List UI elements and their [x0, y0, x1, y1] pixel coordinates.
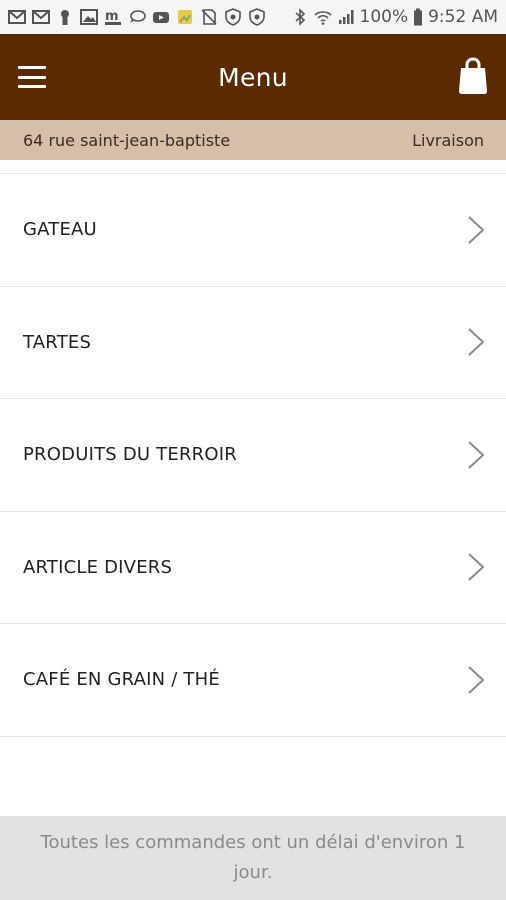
category-item-cafe-en-grain-the[interactable]: CAFÉ EN GRAIN / THÉ: [0, 624, 506, 737]
keyhole-icon: [56, 8, 74, 26]
shopping-bag-icon: [459, 57, 487, 94]
chevron-right-icon: [468, 666, 485, 694]
svg-text:m: m: [105, 9, 119, 24]
system-status: 100% 9:52 AM: [291, 7, 498, 27]
gallery-icon: [176, 8, 194, 26]
order-mode[interactable]: Livraison: [412, 131, 484, 150]
chevron-right-icon: [468, 216, 485, 244]
delivery-address[interactable]: 64 rue saint-jean-baptiste: [23, 131, 230, 150]
category-label: ARTICLE DIVERS: [23, 556, 173, 578]
no-sim-icon: [200, 8, 218, 26]
battery-percent: 100%: [359, 7, 409, 27]
hamburger-menu-button[interactable]: [16, 62, 48, 92]
gmail-icon: [32, 8, 50, 26]
category-item-gateau[interactable]: GATEAU: [0, 174, 506, 287]
gmail-icon: [8, 8, 26, 26]
footer-banner: Toutes les commandes ont un délai d'envi…: [0, 816, 506, 900]
image-icon: [80, 8, 98, 26]
signal-icon: [337, 8, 355, 26]
page-title: Menu: [218, 62, 288, 92]
shield-icon: [224, 8, 242, 26]
wifi-icon: [313, 8, 332, 26]
hamburger-icon: [18, 66, 46, 69]
delivery-delay-note: Toutes les commandes ont un délai d'envi…: [40, 832, 466, 883]
category-label: GATEAU: [23, 219, 97, 241]
address-bar[interactable]: 64 rue saint-jean-baptiste Livraison: [0, 120, 506, 160]
category-label: TARTES: [23, 331, 92, 353]
battery-icon: [413, 8, 423, 26]
chevron-right-icon: [468, 553, 485, 581]
chat-icon: [128, 8, 146, 26]
cart-button[interactable]: [456, 56, 490, 96]
bluetooth-icon: [291, 8, 309, 26]
category-item-tartes[interactable]: TARTES: [0, 287, 506, 399]
chevron-right-icon: [468, 328, 485, 356]
category-label: CAFÉ EN GRAIN / THÉ: [23, 669, 220, 691]
clock: 9:52 AM: [428, 7, 498, 27]
chevron-right-icon: [468, 441, 485, 469]
app-bar: Menu: [0, 34, 506, 120]
category-item-produits-du-terroir[interactable]: PRODUITS DU TERROIR: [0, 399, 506, 512]
category-item-article-divers[interactable]: ARTICLE DIVERS: [0, 512, 506, 624]
youtube-icon: [152, 8, 170, 26]
list-divider: [0, 160, 506, 174]
m-zone-icon: m: [104, 8, 122, 26]
status-bar: m 100% 9:52 AM: [0, 0, 506, 34]
shield-icon: [248, 8, 266, 26]
notification-icons: m: [8, 8, 291, 26]
category-label: PRODUITS DU TERROIR: [23, 444, 237, 466]
category-list: GATEAU TARTES PRODUITS DU TERROIR ARTICL…: [0, 160, 506, 737]
